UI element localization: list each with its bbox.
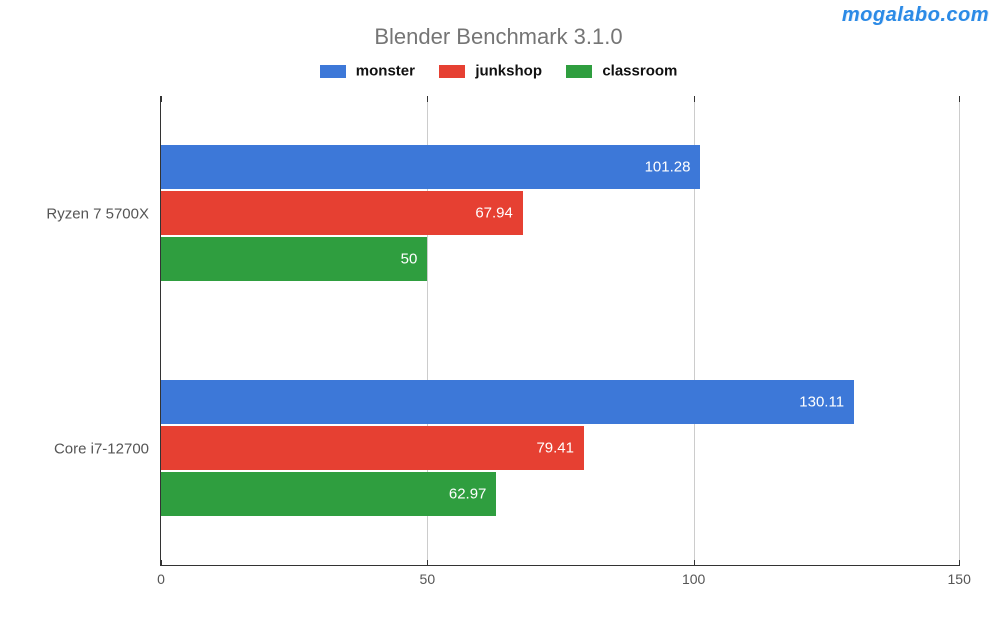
x-tick-label: 100	[682, 571, 705, 587]
category-group-corei7: Core i7-12700 130.11 79.41 62.97	[161, 331, 960, 566]
legend-label: classroom	[602, 63, 677, 80]
legend-item-junkshop: junkshop	[439, 62, 542, 80]
bar-value-label: 50	[401, 251, 418, 268]
chart-title: Blender Benchmark 3.1.0	[0, 24, 997, 50]
legend-swatch-icon	[566, 65, 592, 78]
bar-classroom: 62.97	[161, 472, 496, 516]
x-tick-label: 150	[948, 571, 971, 587]
legend-label: monster	[356, 63, 415, 80]
x-tick-label: 50	[420, 571, 436, 587]
bar-monster: 101.28	[161, 145, 700, 189]
legend-swatch-icon	[439, 65, 465, 78]
legend-swatch-icon	[320, 65, 346, 78]
bar-junkshop: 67.94	[161, 191, 523, 235]
bar-monster: 130.11	[161, 380, 854, 424]
legend-item-monster: monster	[320, 62, 415, 80]
legend-item-classroom: classroom	[566, 62, 677, 80]
bar-value-label: 62.97	[449, 486, 487, 503]
bar-value-label: 101.28	[645, 159, 691, 176]
bar-value-label: 67.94	[475, 205, 513, 222]
plot-area: 0 50 100 150 Ryzen 7 5700X 101.28 67.94 …	[160, 96, 960, 566]
x-tick-label: 0	[157, 571, 165, 587]
bar-junkshop: 79.41	[161, 426, 584, 470]
bar-value-label: 130.11	[799, 394, 844, 411]
category-group-ryzen: Ryzen 7 5700X 101.28 67.94 50	[161, 96, 960, 331]
category-label: Ryzen 7 5700X	[46, 205, 161, 222]
category-label: Core i7-12700	[54, 440, 161, 457]
chart-legend: monster junkshop classroom	[0, 62, 997, 80]
bar-value-label: 79.41	[536, 440, 574, 457]
bar-classroom: 50	[161, 237, 427, 281]
legend-label: junkshop	[475, 63, 542, 80]
